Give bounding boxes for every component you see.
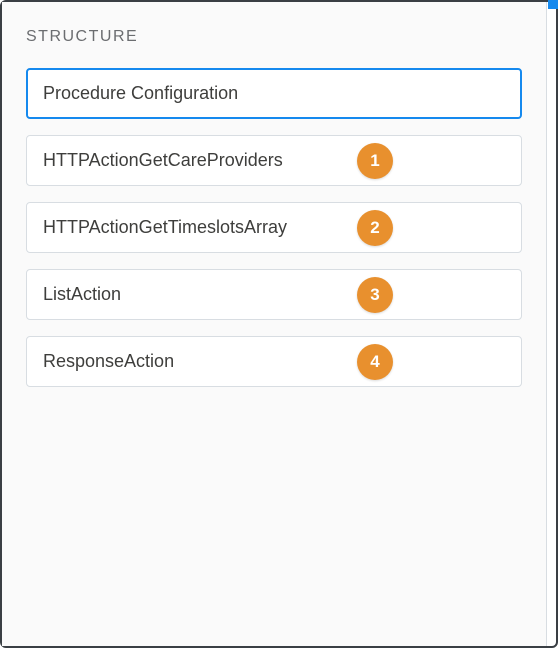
structure-item-response-action[interactable]: ResponseAction 4 — [26, 336, 522, 387]
structure-item-procedure-configuration[interactable]: Procedure Configuration — [26, 68, 522, 119]
structure-item-list: Procedure Configuration HTTPActionGetCar… — [26, 68, 522, 387]
structure-item-label: HTTPActionGetTimeslotsArray — [43, 217, 287, 238]
accent-indicator — [548, 0, 558, 9]
step-badge: 4 — [357, 344, 393, 380]
structure-item-label: HTTPActionGetCareProviders — [43, 150, 283, 171]
structure-item-list-action[interactable]: ListAction 3 — [26, 269, 522, 320]
structure-item-http-action-get-timeslots-array[interactable]: HTTPActionGetTimeslotsArray 2 — [26, 202, 522, 253]
structure-panel: STRUCTURE Procedure Configuration HTTPAc… — [2, 2, 547, 646]
structure-item-http-action-get-care-providers[interactable]: HTTPActionGetCareProviders 1 — [26, 135, 522, 186]
panel-title: STRUCTURE — [26, 28, 522, 46]
structure-item-label: Procedure Configuration — [43, 83, 238, 104]
step-badge: 2 — [357, 210, 393, 246]
structure-item-label: ListAction — [43, 284, 121, 305]
step-badge: 1 — [357, 143, 393, 179]
step-badge: 3 — [357, 277, 393, 313]
structure-item-label: ResponseAction — [43, 351, 174, 372]
